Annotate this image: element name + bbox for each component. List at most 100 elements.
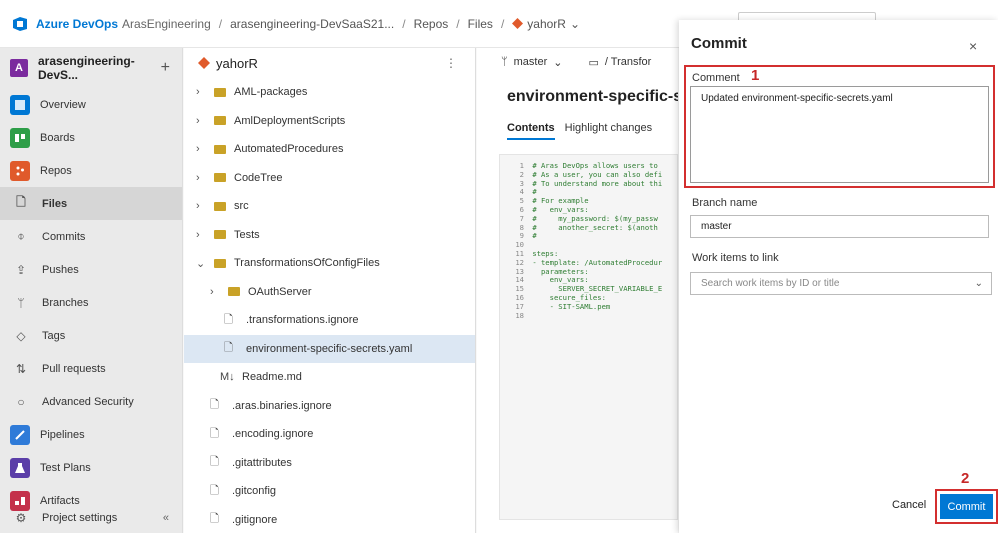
line-content: # bbox=[528, 231, 537, 241]
line-content: # another_secret: $(anoth bbox=[528, 222, 658, 232]
work-items-label: Work items to link bbox=[692, 252, 779, 264]
chevron-right-icon[interactable]: › bbox=[196, 200, 208, 212]
nav-item-files[interactable]: 🗋 Files bbox=[0, 187, 182, 220]
commit-dialog: Commit × Comment 1 Updated environment-s… bbox=[679, 20, 998, 533]
chevron-right-icon[interactable]: › bbox=[196, 86, 208, 98]
folder-icon bbox=[214, 144, 226, 154]
tree-row[interactable]: › CodeTree bbox=[184, 164, 475, 193]
line-number: 3 bbox=[519, 178, 524, 188]
tree-row-label: src bbox=[234, 200, 249, 213]
tree-row[interactable]: ⌄ TransformationsOfConfigFiles bbox=[184, 249, 475, 278]
breadcrumb-repos[interactable]: Repos bbox=[414, 17, 449, 31]
tree-row[interactable]: 🗋 .encoding.ignore bbox=[184, 420, 475, 449]
nav-item-pipelines[interactable]: Pipelines bbox=[0, 418, 182, 451]
code-line: 8 # another_secret: $(anoth bbox=[500, 223, 677, 232]
work-items-search[interactable]: Search work items by ID or title ⌄ bbox=[690, 272, 992, 295]
nav-item-commits[interactable]: ⌽ Commits bbox=[0, 220, 182, 253]
code-line: 14 env_vars: bbox=[500, 275, 677, 284]
tree-header: yahorR ⋮ bbox=[184, 48, 475, 78]
tree-row[interactable]: M↓ Readme.md bbox=[184, 363, 475, 392]
tab-contents[interactable]: Contents bbox=[507, 122, 555, 140]
line-content: # my_password: $(my_passw bbox=[528, 213, 658, 223]
tree-row-label: TransformationsOfConfigFiles bbox=[234, 257, 380, 270]
code-line: 11 steps: bbox=[500, 249, 677, 258]
more-options-icon[interactable]: ⋮ bbox=[445, 56, 457, 70]
nav-item-overview[interactable]: Overview bbox=[0, 88, 182, 121]
left-nav: A arasengineering-DevS... + Overview Boa… bbox=[0, 48, 183, 533]
chevron-right-icon[interactable]: › bbox=[196, 115, 208, 127]
chevron-right-icon[interactable]: › bbox=[196, 172, 208, 184]
add-icon[interactable]: + bbox=[161, 59, 170, 77]
file-icon: 🗋 bbox=[210, 513, 219, 526]
branch-name-input[interactable]: master bbox=[690, 215, 989, 238]
org-link[interactable]: ArasEngineering bbox=[122, 17, 211, 31]
folder-icon bbox=[214, 116, 226, 126]
chevron-down-icon[interactable]: ⌄ bbox=[975, 278, 983, 289]
commit-button[interactable]: Commit bbox=[940, 494, 993, 519]
azure-devops-logo-icon[interactable] bbox=[12, 16, 28, 32]
code-line: 5 # For example bbox=[500, 196, 677, 205]
nav-item-advanced-security[interactable]: ○ Advanced Security bbox=[0, 385, 182, 418]
tree-row[interactable]: 🗋 .gitattributes bbox=[184, 449, 475, 478]
folder-icon bbox=[214, 201, 226, 211]
breadcrumb-separator: / bbox=[402, 16, 406, 31]
chevron-right-icon[interactable]: › bbox=[210, 286, 222, 298]
tree-row[interactable]: › Tests bbox=[184, 221, 475, 250]
nav-item-repos[interactable]: Repos bbox=[0, 154, 182, 187]
breadcrumb-repo[interactable]: yahorR ⌄ bbox=[512, 17, 580, 31]
code-line: 2 # As a user, you can also defi bbox=[500, 170, 677, 179]
tree-row-selected[interactable]: 🗋 environment-specific-secrets.yaml bbox=[184, 334, 475, 363]
line-number: 7 bbox=[519, 213, 524, 223]
chevron-down-icon[interactable]: ⌄ bbox=[196, 257, 208, 270]
close-icon[interactable]: × bbox=[969, 38, 977, 54]
tree-row[interactable]: 🗋 .gitignore bbox=[184, 506, 475, 533]
work-items-placeholder: Search work items by ID or title bbox=[701, 278, 840, 289]
tree-row[interactable]: 🗋 .gitconfig bbox=[184, 477, 475, 506]
tree-row[interactable]: › AutomatedProcedures bbox=[184, 135, 475, 164]
line-number: 10 bbox=[515, 240, 524, 250]
breadcrumb-project[interactable]: arasengineering-DevSaaS21... bbox=[230, 17, 394, 31]
nav-item-boards[interactable]: Boards bbox=[0, 121, 182, 154]
repo-name[interactable]: yahorR bbox=[216, 56, 445, 71]
editor-pane: ᛘ master ⌄ ▭ / Transfor environment-spec… bbox=[477, 48, 678, 533]
tree-row-label: AutomatedProcedures bbox=[234, 143, 344, 156]
nav-item-label: Repos bbox=[40, 164, 72, 177]
path-breadcrumb[interactable]: / Transfor bbox=[605, 56, 651, 68]
line-number: 18 bbox=[515, 310, 524, 320]
shield-icon: ○ bbox=[17, 394, 25, 409]
brand-link[interactable]: Azure DevOps bbox=[36, 17, 118, 31]
tab-highlight-changes[interactable]: Highlight changes bbox=[565, 122, 652, 140]
tree-row[interactable]: 🗋 .transformations.ignore bbox=[184, 306, 475, 335]
comment-textarea[interactable]: Updated environment-specific-secrets.yam… bbox=[690, 86, 989, 183]
tree-row[interactable]: › AML-packages bbox=[184, 78, 475, 107]
tree-row[interactable]: › OAuthServer bbox=[184, 278, 475, 307]
project-header[interactable]: A arasengineering-DevS... + bbox=[0, 48, 182, 88]
chevron-right-icon[interactable]: › bbox=[196, 229, 208, 241]
tree-row-label: environment-specific-secrets.yaml bbox=[246, 342, 413, 355]
nav-item-tags[interactable]: ◇ Tags bbox=[0, 319, 182, 352]
collapse-nav-icon[interactable]: « bbox=[163, 512, 169, 524]
code-line: 12 - template: /AutomatedProcedur bbox=[500, 258, 677, 267]
tree-row[interactable]: 🗋 .aras.binaries.ignore bbox=[184, 392, 475, 421]
line-content: # Aras DevOps allows users to bbox=[528, 161, 658, 170]
chevron-down-icon[interactable]: ⌄ bbox=[553, 56, 562, 69]
nav-item-pull-requests[interactable]: ⇅ Pull requests bbox=[0, 352, 182, 385]
code-line: 7 # my_password: $(my_passw bbox=[500, 214, 677, 223]
line-content: env_vars: bbox=[528, 275, 589, 285]
breadcrumb-files[interactable]: Files bbox=[468, 17, 493, 31]
overview-icon bbox=[10, 94, 30, 115]
tree-row[interactable]: › AmlDeploymentScripts bbox=[184, 107, 475, 136]
nav-item-branches[interactable]: ᛘ Branches bbox=[0, 286, 182, 319]
nav-item-test-plans[interactable]: Test Plans bbox=[0, 451, 182, 484]
project-settings[interactable]: ⚙ Project settings « bbox=[0, 503, 183, 533]
pipelines-icon bbox=[10, 424, 30, 445]
cancel-button[interactable]: Cancel bbox=[892, 499, 926, 511]
branch-selector[interactable]: master bbox=[514, 56, 548, 68]
tree-row[interactable]: › src bbox=[184, 192, 475, 221]
nav-item-pushes[interactable]: ⇪ Pushes bbox=[0, 253, 182, 286]
pull-requests-icon: ⇅ bbox=[15, 361, 27, 376]
code-view[interactable]: 1 # Aras DevOps allows users to 2 # As a … bbox=[499, 154, 678, 520]
line-number: 12 bbox=[515, 257, 524, 267]
chevron-right-icon[interactable]: › bbox=[196, 143, 208, 155]
test-plans-icon bbox=[10, 457, 30, 478]
